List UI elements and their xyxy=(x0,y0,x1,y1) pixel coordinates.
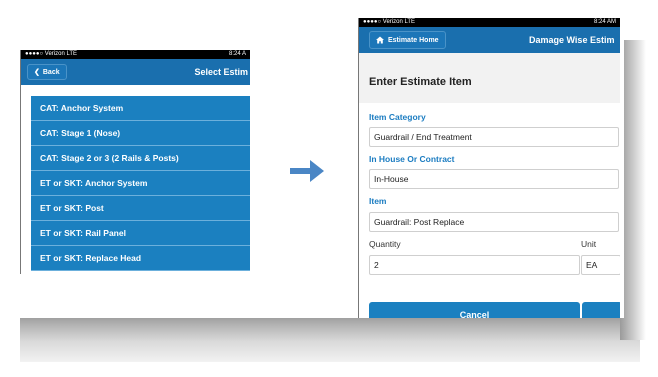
time-text: 8:24 AM xyxy=(593,19,616,25)
estimate-home-button[interactable]: Estimate Home xyxy=(369,31,446,49)
time-text: 8:24 A xyxy=(228,51,246,57)
status-bar: ●●●●○ Verizon LTE 8:24 A xyxy=(21,50,250,59)
item-category-label: Item Category xyxy=(369,112,426,122)
unit-field[interactable]: EA xyxy=(581,255,620,275)
item-field[interactable]: Guardrail: Post Replace xyxy=(369,212,619,232)
estimate-list: CAT: Anchor System CAT: Stage 1 (Nose) C… xyxy=(31,96,250,271)
list-item[interactable]: ET or SKT: Replace Head xyxy=(31,246,250,271)
carrier-text: ●●●●○ Verizon LTE xyxy=(363,19,416,25)
quantity-input[interactable]: 2 xyxy=(369,255,580,275)
back-button[interactable]: ❮ Back xyxy=(27,64,67,80)
nav-title: Damage Wise Estim xyxy=(529,35,615,45)
item-label: Item xyxy=(369,196,387,206)
list-item[interactable]: ET or SKT: Rail Panel xyxy=(31,221,250,246)
home-icon xyxy=(376,36,384,44)
form-title: Enter Estimate Item xyxy=(369,76,472,88)
cancel-button[interactable]: Cancel xyxy=(369,302,580,318)
list-item[interactable]: ET or SKT: Anchor System xyxy=(31,171,250,196)
list-item[interactable]: CAT: Stage 2 or 3 (2 Rails & Posts) xyxy=(31,146,250,171)
nav-title: Select Estim xyxy=(194,67,248,77)
chevron-left-icon: ❮ xyxy=(34,69,40,76)
unit-label: Unit xyxy=(581,239,597,249)
right-arrow-icon xyxy=(290,160,324,182)
left-phone-screen: ●●●●○ Verizon LTE 8:24 A ❮ Back Select E… xyxy=(20,50,250,274)
status-bar: ●●●●○ Verizon LTE 8:24 AM xyxy=(359,18,620,27)
back-label: Back xyxy=(42,68,60,76)
list-item[interactable]: ET or SKT: Post xyxy=(31,196,250,221)
screenshot-stage: ●●●●○ Verizon LTE 8:24 A ❮ Back Select E… xyxy=(0,0,658,377)
list-item[interactable]: CAT: Anchor System xyxy=(31,96,250,121)
nav-bar: Estimate Home Damage Wise Estim xyxy=(359,27,620,53)
save-button[interactable] xyxy=(582,302,620,318)
inhouse-label: In House Or Contract xyxy=(369,154,455,164)
list-item[interactable]: CAT: Stage 1 (Nose) xyxy=(31,121,250,146)
inhouse-field[interactable]: In-House xyxy=(369,169,619,189)
right-phone-screen: ●●●●○ Verizon LTE 8:24 AM Estimate Home … xyxy=(358,18,620,318)
home-label: Estimate Home xyxy=(388,36,439,44)
item-category-field[interactable]: Guardrail / End Treatment xyxy=(369,127,619,147)
carrier-text: ●●●●○ Verizon LTE xyxy=(25,51,78,57)
quantity-label: Quantity xyxy=(369,239,401,249)
